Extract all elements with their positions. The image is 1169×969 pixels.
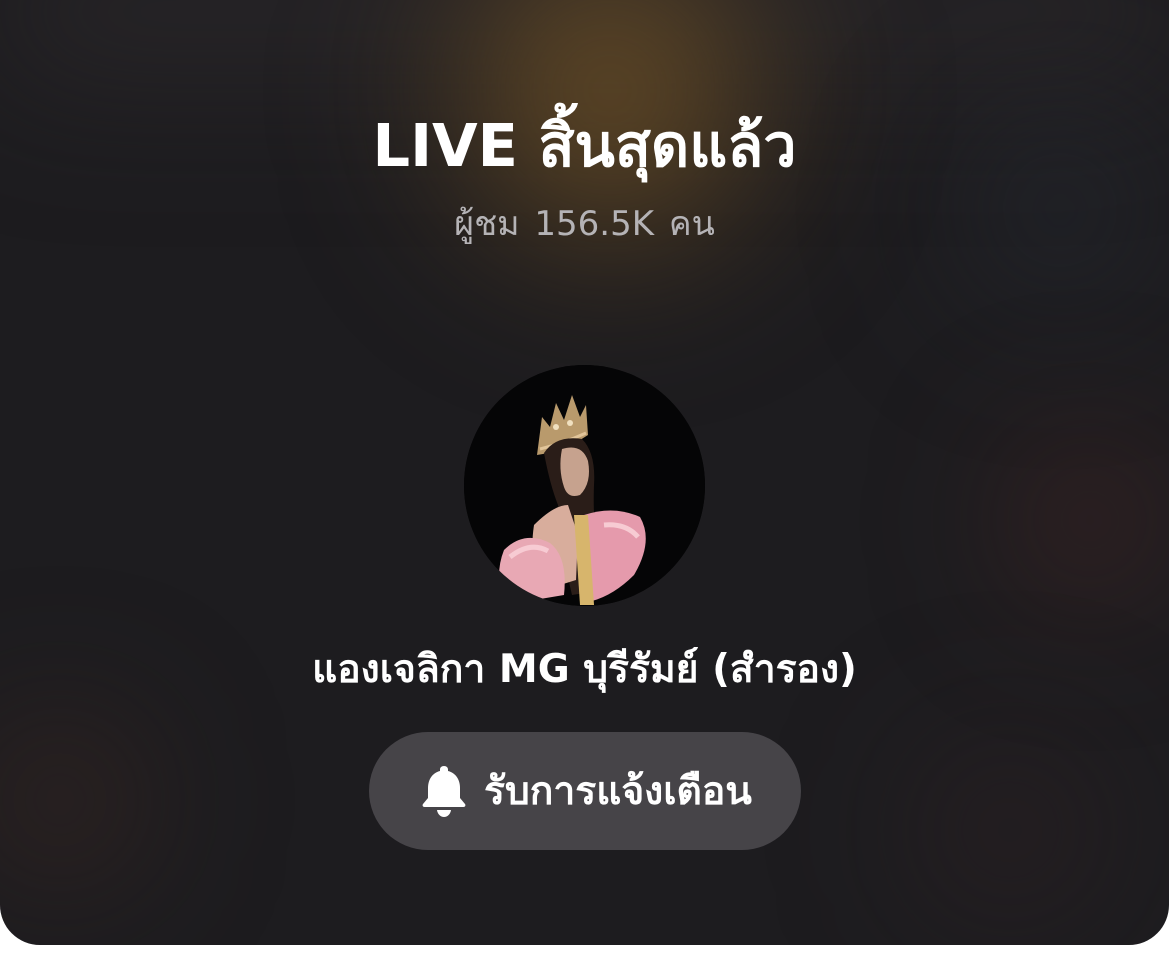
get-notifications-button[interactable]: รับการแจ้งเตือน [369, 732, 801, 850]
get-notifications-label: รับการแจ้งเตือน [484, 769, 752, 814]
viewer-count: ผู้ชม 156.5K คน [0, 196, 1169, 250]
host-avatar[interactable] [464, 365, 705, 606]
host-avatar-image [464, 365, 705, 606]
host-name[interactable]: แองเจลิกา MG บุรีรัมย์ (สำรอง) [0, 638, 1169, 700]
background-glow-red-left [0, 690, 180, 910]
bell-icon [418, 763, 470, 819]
viewer-count-prefix: ผู้ชม [454, 204, 520, 244]
live-ended-title: LIVE สิ้นสุดแล้ว [372, 111, 797, 180]
background-glow-bottom [860, 720, 1160, 940]
viewer-count-value: 156.5K [534, 204, 655, 244]
live-ended-screen: LIVE สิ้นสุดแล้ว ผู้ชม 156.5K คน แองเจลิ… [0, 0, 1169, 945]
background-glow-red-right [990, 400, 1169, 640]
viewer-count-suffix: คน [668, 204, 715, 244]
